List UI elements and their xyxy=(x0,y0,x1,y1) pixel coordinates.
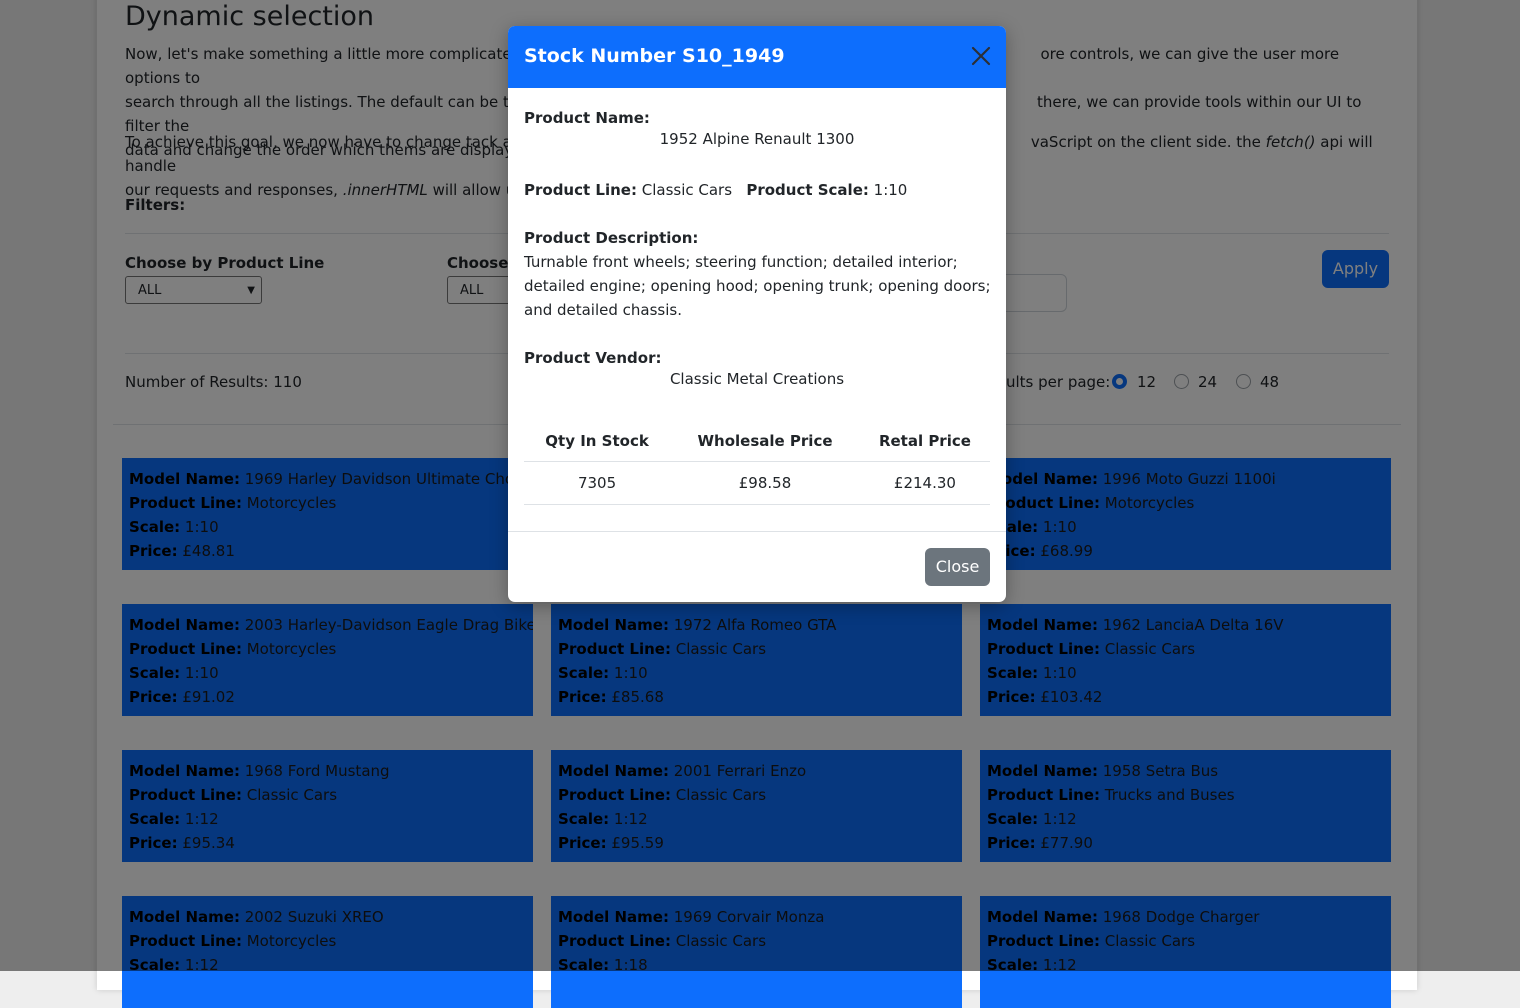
product-line-scale: Product Line: Classic Cars Product Scale… xyxy=(524,181,908,199)
wholesale-header: Wholesale Price xyxy=(670,421,860,462)
stock-table: Qty In Stock Wholesale Price Retal Price… xyxy=(524,421,990,505)
close-button[interactable]: Close xyxy=(925,548,990,586)
product-name-label: Product Name: xyxy=(524,109,650,127)
product-vendor: Classic Metal Creations xyxy=(669,370,845,388)
vendor-label: Product Vendor: xyxy=(524,349,662,367)
qty-header: Qty In Stock xyxy=(524,421,671,462)
description-label: Product Description: xyxy=(524,229,699,247)
retail-header: Retal Price xyxy=(859,421,990,462)
retail-cell: £214.30 xyxy=(859,461,990,505)
product-name: 1952 Alpine Renault 1300 xyxy=(659,130,855,148)
modal-title: Stock Number S10_1949 xyxy=(524,45,785,67)
table-row: 7305 £98.58 £214.30 xyxy=(524,461,990,505)
modal-header: Stock Number S10_1949 xyxy=(508,26,1006,88)
stock-table-header: Qty In Stock Wholesale Price Retal Price xyxy=(524,421,990,462)
product-detail-modal: Stock Number S10_1949 Product Name: 1952… xyxy=(508,26,1006,602)
close-icon[interactable] xyxy=(970,45,992,67)
qty-cell: 7305 xyxy=(524,461,671,505)
product-description: Turnable front wheels; steering function… xyxy=(524,253,991,319)
modal-footer-divider xyxy=(508,531,1006,532)
wholesale-cell: £98.58 xyxy=(670,461,860,505)
